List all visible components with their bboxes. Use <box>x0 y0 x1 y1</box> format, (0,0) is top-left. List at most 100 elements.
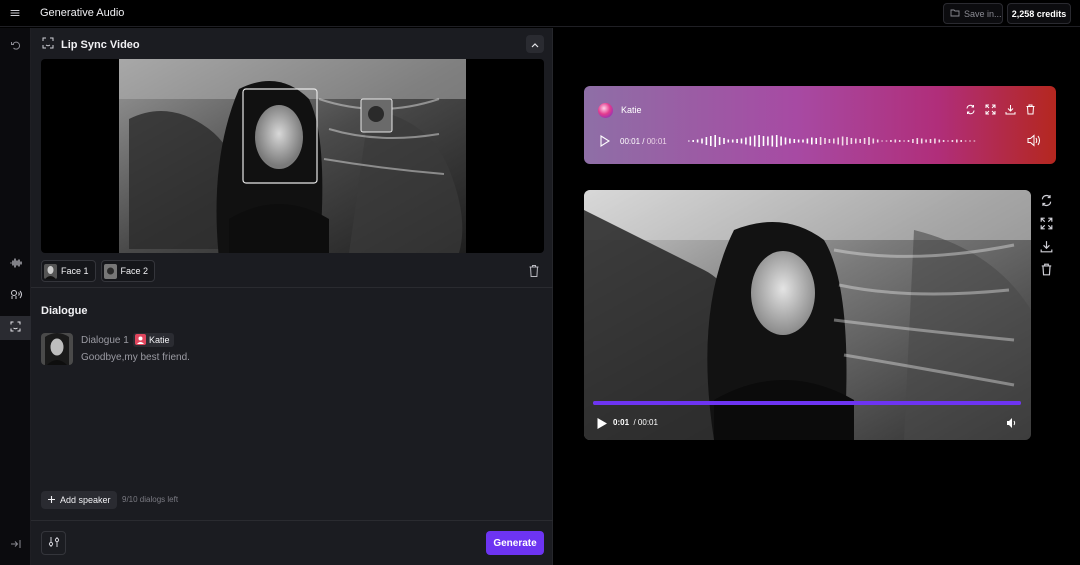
add-speaker-button[interactable]: Add speaker <box>41 491 117 509</box>
waveform-bar <box>964 140 967 142</box>
waveform-bar <box>828 139 831 143</box>
face-thumbnail <box>103 263 117 279</box>
undo-button[interactable] <box>0 35 31 59</box>
waveform-bar <box>837 137 839 145</box>
fullscreen-icon[interactable] <box>985 104 996 115</box>
waveform-bar <box>942 140 945 142</box>
waveform-bar <box>762 136 765 146</box>
delete-faces-button[interactable] <box>528 264 540 278</box>
dialogue-label: Dialogue 1 <box>81 335 129 346</box>
play-icon[interactable] <box>599 135 611 147</box>
dialogue-item[interactable]: Dialogue 1 Katie Goodbye,my best friend. <box>41 333 541 365</box>
video-actions <box>1040 194 1053 286</box>
audio-tool-button[interactable] <box>0 252 31 276</box>
waveform-bar <box>969 140 971 142</box>
waveform-bar <box>973 140 976 142</box>
waveform-bar <box>692 140 694 142</box>
dialogue-heading: Dialogue <box>41 305 88 317</box>
collapse-panel-button[interactable] <box>526 35 544 53</box>
speaker-name: Katie <box>149 335 170 345</box>
video-progress-bar[interactable] <box>593 401 1021 405</box>
waveform-bar <box>956 139 958 143</box>
waveform-bar <box>850 138 853 144</box>
waveform-bar <box>727 139 730 143</box>
waveform-bar <box>705 137 708 145</box>
waveform-bar <box>868 137 870 145</box>
volume-icon[interactable] <box>1006 417 1018 429</box>
waveform-bar <box>872 138 875 144</box>
waveform-bar <box>925 139 927 143</box>
waveform-bar <box>745 137 747 145</box>
audio-result-card: Katie 00:01 / 00:01 <box>584 86 1056 164</box>
face-chip[interactable]: Face 1 <box>41 260 96 282</box>
waveform-bar <box>797 139 800 143</box>
waveform-bar <box>740 138 743 144</box>
trash-icon[interactable] <box>1025 104 1036 115</box>
trash-icon[interactable] <box>1040 263 1053 276</box>
waveform-bar <box>784 137 787 145</box>
fullscreen-icon[interactable] <box>1040 217 1053 230</box>
volume-icon[interactable] <box>1027 134 1041 147</box>
waveform-bar <box>846 137 848 145</box>
waveform-bar <box>819 137 822 145</box>
waveform-bar <box>938 139 941 143</box>
waveform-icon <box>9 257 22 271</box>
waveform-bar <box>696 139 699 143</box>
lip-sync-tool-button[interactable] <box>0 316 31 340</box>
regenerate-icon[interactable] <box>1040 194 1053 207</box>
waveform-bar <box>714 135 716 147</box>
audio-current-time: 00:01 <box>620 137 641 146</box>
regenerate-icon[interactable] <box>965 104 976 115</box>
waveform-bar <box>929 139 932 143</box>
waveform-bar <box>815 138 817 144</box>
waveform-bar <box>903 140 905 142</box>
save-in-button[interactable]: Save in... <box>943 3 1003 24</box>
speaker-chip[interactable]: Katie <box>133 333 174 347</box>
dialogue-text[interactable]: Goodbye,my best friend. <box>81 352 190 363</box>
generate-button[interactable]: Generate <box>486 531 544 555</box>
waveform-bar <box>841 136 844 146</box>
waveform-bar <box>885 140 888 142</box>
waveform-bar <box>855 138 857 144</box>
collapse-panel-icon <box>10 538 21 552</box>
waveform-bar <box>907 140 910 142</box>
face-label: Face 2 <box>120 266 149 276</box>
waveform-bar <box>894 139 897 143</box>
waveform-bar <box>863 138 866 144</box>
waveform-bar <box>718 137 721 145</box>
settings-button[interactable] <box>41 531 66 555</box>
download-icon[interactable] <box>1005 104 1016 115</box>
expand-rail-button[interactable] <box>0 533 31 557</box>
waveform-bar <box>898 140 901 142</box>
waveform-bar <box>758 135 760 147</box>
download-icon[interactable] <box>1040 240 1053 253</box>
audio-actions <box>965 104 1036 115</box>
video-preview[interactable] <box>41 59 544 253</box>
waveform-bar <box>789 138 791 144</box>
undo-icon <box>10 40 21 54</box>
credits-badge[interactable]: 2,258 credits <box>1007 3 1071 24</box>
plus-icon <box>47 495 56 506</box>
menu-icon[interactable] <box>9 7 21 19</box>
waveform-bar <box>881 140 883 142</box>
save-in-label: Save in... <box>964 8 1002 19</box>
play-icon[interactable] <box>596 417 608 430</box>
face-scan-icon <box>10 321 21 335</box>
video-result-player[interactable]: 0:01 / 00:01 <box>584 190 1031 440</box>
face-chip[interactable]: Face 2 <box>100 260 156 282</box>
waveform-bar <box>951 140 954 142</box>
waveform-bar <box>916 138 919 144</box>
dialogue-face-avatar <box>41 333 73 365</box>
app-title: Generative Audio <box>40 7 125 19</box>
voice-tool-button[interactable] <box>0 284 31 308</box>
divider <box>31 520 553 521</box>
waveform-bar <box>811 137 813 145</box>
waveform-bar <box>701 138 703 144</box>
waveform-bar <box>802 139 804 143</box>
waveform-bar <box>920 138 923 144</box>
waveform-bar <box>793 139 796 143</box>
waveform-bar <box>775 135 778 147</box>
waveform-bar <box>833 138 835 144</box>
waveform-bar <box>710 136 712 146</box>
audio-waveform[interactable] <box>688 132 978 150</box>
